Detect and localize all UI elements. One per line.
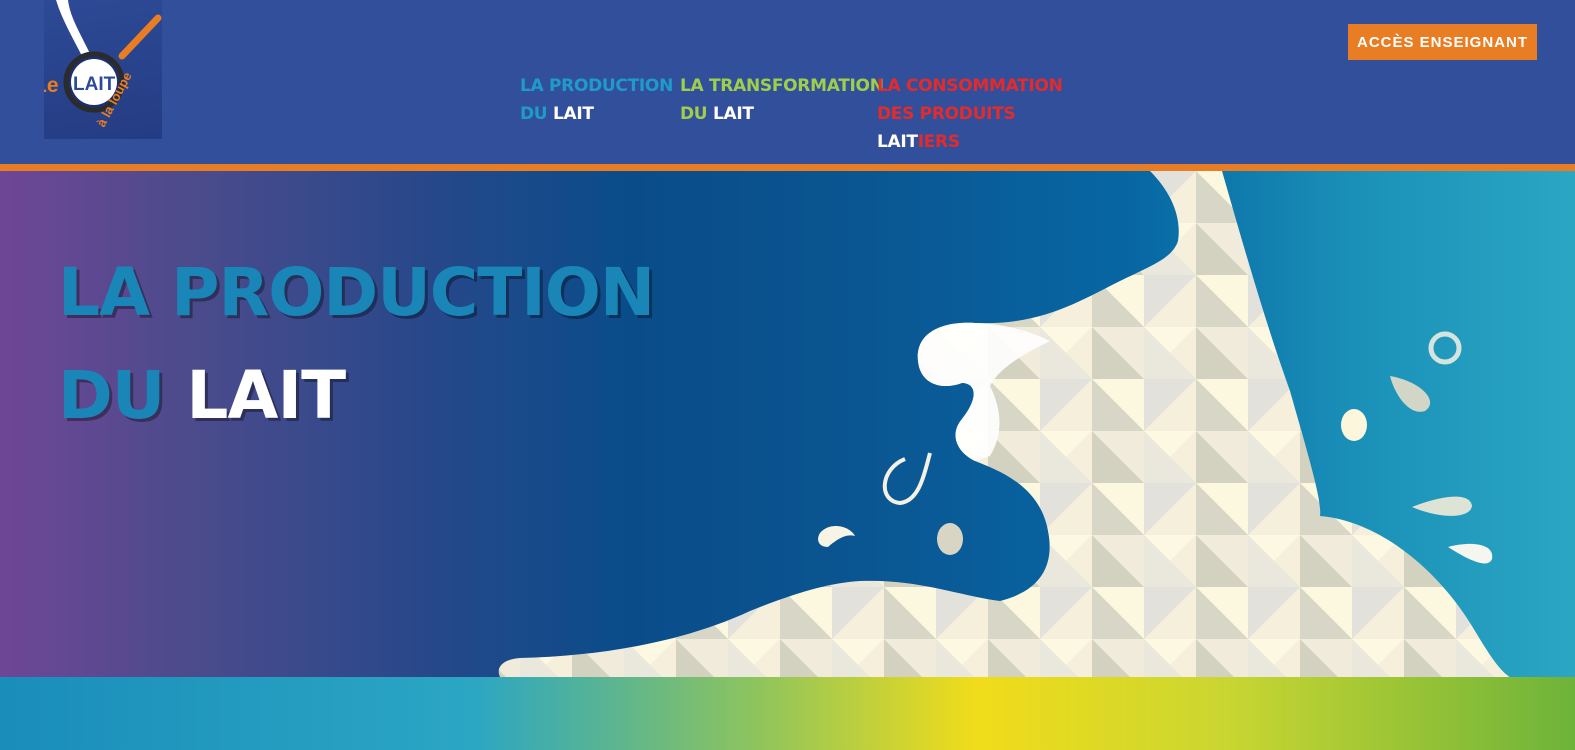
hero-title: LA PRODUCTION DU LAIT — [58, 241, 655, 447]
hero-title-line2-b: LAIT — [186, 357, 346, 434]
teacher-access-button[interactable]: ACCÈS ENSEIGNANT — [1348, 24, 1537, 60]
main-nav: LA PRODUCTION DU LAIT LA TRANSFORMATION … — [0, 72, 1575, 162]
header-divider — [0, 164, 1575, 171]
nav-consommation-line2: DES PRODUITS — [877, 104, 1016, 124]
gradient-band — [0, 677, 1575, 750]
nav-consommation-line3-a: LAIT — [877, 132, 918, 152]
nav-item-consommation[interactable]: LA CONSOMMATION DES PRODUITS LAITIERS — [877, 72, 1063, 156]
nav-production-line2-b: LAIT — [552, 104, 594, 124]
hero-banner: LA PRODUCTION DU LAIT — [0, 171, 1575, 677]
hero-title-line2-a: DU — [58, 357, 165, 434]
nav-item-transformation[interactable]: LA TRANSFORMATION DU LAIT — [680, 72, 884, 128]
nav-consommation-line3-b: IERS — [917, 132, 960, 152]
hero-title-line1: LA PRODUCTION — [58, 254, 655, 331]
nav-transformation-line2-b: LAIT — [712, 104, 754, 124]
nav-production-line2-a: DU — [520, 104, 548, 124]
nav-item-production[interactable]: LA PRODUCTION DU LAIT — [520, 72, 673, 128]
nav-transformation-line1: LA TRANSFORMATION — [680, 76, 884, 96]
site-header: LAIT Le à la loupe LA PRODUCTION DU LAIT… — [0, 0, 1575, 164]
nav-production-line1: LA PRODUCTION — [520, 76, 674, 96]
nav-consommation-line1: LA CONSOMMATION — [877, 76, 1063, 96]
nav-transformation-line2-a: DU — [680, 104, 708, 124]
